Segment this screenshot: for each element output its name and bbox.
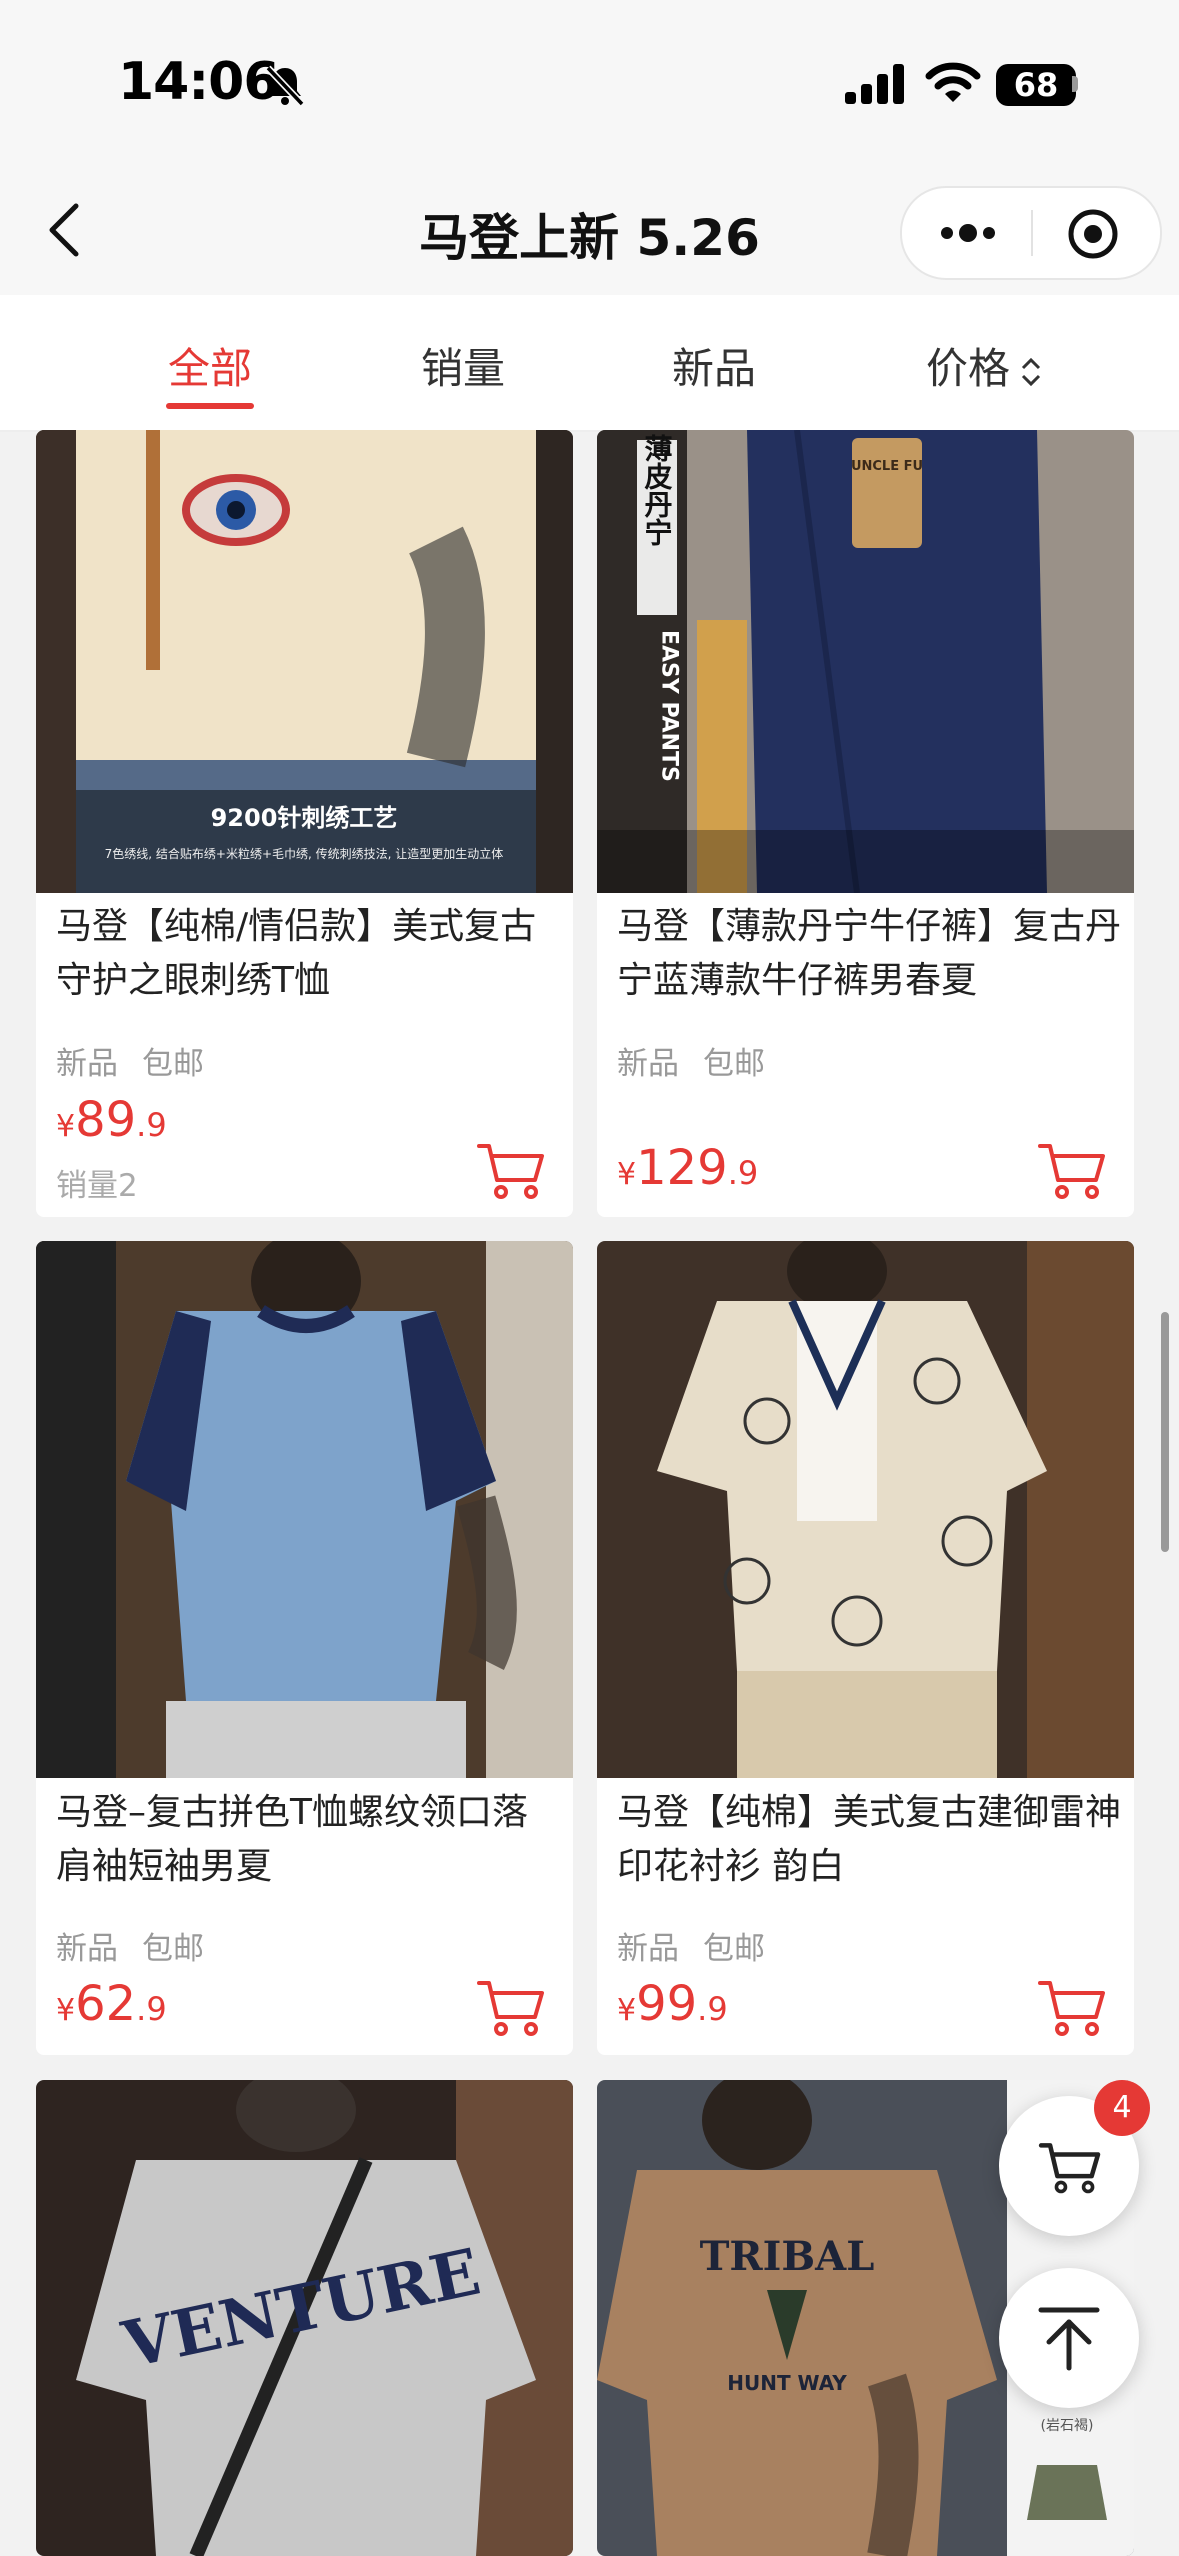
product-card[interactable]: VENTURE	[36, 2080, 573, 2556]
add-to-cart-icon[interactable]	[1036, 1140, 1108, 1202]
arrow-up-to-top-icon	[1038, 2307, 1100, 2371]
tab-active-indicator	[166, 403, 254, 409]
status-time: 14:06	[118, 52, 280, 112]
product-card[interactable]: UNCLE FU 薄皮丹宁 EASY PANTS 马登【薄款丹宁牛仔裤】复古丹宁…	[597, 430, 1134, 1217]
signal-icon	[845, 64, 904, 104]
tab-new[interactable]: 新品	[672, 335, 756, 396]
bell-muted-icon	[265, 65, 305, 107]
tab-label: 新品	[672, 344, 757, 393]
product-name[interactable]: 马登–复古拼色T恤螺纹领口落肩袖短袖男夏	[56, 1786, 561, 1894]
price-integer: 89	[75, 1092, 137, 1148]
tab-price[interactable]: 价格	[926, 335, 1044, 396]
product-tags: 新品 包邮	[56, 1038, 228, 1083]
price-currency: ¥	[617, 1157, 637, 1192]
sort-updown-icon	[1021, 357, 1041, 386]
price-decimal: .9	[136, 1990, 167, 2028]
price-currency: ¥	[56, 1993, 76, 2028]
image-side-label: (岩石褐)	[1041, 2418, 1094, 2434]
product-image[interactable]	[597, 1241, 1134, 1778]
product-tags: 新品 包邮	[617, 1923, 789, 1968]
product-price: ¥129.9	[617, 1140, 758, 1196]
tab-sales[interactable]: 销量	[421, 335, 505, 396]
wifi-icon	[925, 62, 981, 102]
capsule-divider	[1031, 210, 1033, 256]
image-caption: TRIBAL	[700, 2233, 875, 2280]
product-price: ¥62.9	[56, 1976, 167, 2032]
close-target-icon[interactable]	[1067, 208, 1119, 260]
price-integer: 62	[75, 1976, 137, 2032]
tag-new: 新品	[617, 1931, 679, 1967]
product-image[interactable]: 9200针刺绣工艺 7色绣线, 结合贴布绣+米粒绣+毛巾绣, 传统刺绣技法, 让…	[36, 430, 573, 893]
product-card[interactable]: 马登【纯棉】美式复古建御雷神印花衬衫 韵白 新品 包邮 ¥99.9	[597, 1241, 1134, 2055]
image-caption: 9200针刺绣工艺	[211, 804, 398, 832]
image-caption: 薄皮丹宁	[641, 434, 674, 546]
status-bar: 14:06 68	[0, 0, 1179, 160]
tag-new: 新品	[56, 1931, 118, 1967]
product-price: ¥99.9	[617, 1976, 728, 2032]
add-to-cart-icon[interactable]	[475, 1977, 547, 2039]
tag-free-shipping: 包邮	[703, 1046, 765, 1082]
tab-label: 销量	[421, 344, 506, 393]
product-tags: 新品 包邮	[56, 1923, 228, 1968]
price-decimal: .9	[697, 1990, 728, 2028]
image-subcaption: HUNT WAY	[727, 2371, 847, 2395]
product-image[interactable]: UNCLE FU 薄皮丹宁 EASY PANTS	[597, 430, 1134, 893]
more-dots-icon[interactable]	[937, 216, 999, 250]
sort-tabs: 全部 销量 新品 价格	[0, 295, 1179, 432]
product-name[interactable]: 马登【纯棉/情侣款】美式复古守护之眼刺绣T恤	[56, 900, 561, 1008]
battery-level: 68	[996, 64, 1076, 106]
price-currency: ¥	[617, 1993, 637, 2028]
sales-count: 销量2	[56, 1168, 138, 1204]
tab-label: 全部	[168, 344, 253, 393]
product-image[interactable]	[36, 1241, 573, 1778]
add-to-cart-icon[interactable]	[475, 1140, 547, 1202]
price-decimal: .9	[136, 1106, 167, 1144]
tab-label: 价格	[926, 344, 1011, 393]
tag-new: 新品	[56, 1046, 118, 1082]
product-card[interactable]: 马登–复古拼色T恤螺纹领口落肩袖短袖男夏 新品 包邮 ¥62.9	[36, 1241, 573, 2055]
price-integer: 129	[636, 1140, 728, 1196]
mini-program-capsule	[900, 186, 1162, 280]
nav-bar: 马登上新 5.26	[0, 160, 1179, 295]
add-to-cart-icon[interactable]	[1036, 1977, 1108, 2039]
image-subcaption: EASY PANTS	[657, 630, 682, 782]
tag-free-shipping: 包邮	[703, 1931, 765, 1967]
product-tags: 新品 包邮	[617, 1038, 789, 1083]
image-tag: UNCLE FU	[851, 459, 923, 474]
product-image[interactable]: VENTURE	[36, 2080, 573, 2556]
tab-all[interactable]: 全部	[168, 335, 252, 396]
back-to-top-button[interactable]	[999, 2268, 1139, 2408]
product-card[interactable]: 9200针刺绣工艺 7色绣线, 结合贴布绣+米粒绣+毛巾绣, 传统刺绣技法, 让…	[36, 430, 573, 1217]
tag-free-shipping: 包邮	[142, 1046, 204, 1082]
price-currency: ¥	[56, 1109, 76, 1144]
cart-icon	[1038, 2143, 1101, 2194]
product-name[interactable]: 马登【薄款丹宁牛仔裤】复古丹宁蓝薄款牛仔裤男春夏	[617, 900, 1122, 1008]
image-subcaption: 7色绣线, 结合贴布绣+米粒绣+毛巾绣, 传统刺绣技法, 让造型更加生动立体	[105, 846, 504, 861]
price-integer: 99	[636, 1976, 698, 2032]
scroll-indicator[interactable]	[1161, 1312, 1169, 1552]
product-grid: 9200针刺绣工艺 7色绣线, 结合贴布绣+米粒绣+毛巾绣, 传统刺绣技法, 让…	[0, 430, 1179, 2556]
product-price: ¥89.9	[56, 1092, 167, 1148]
price-decimal: .9	[727, 1154, 759, 1192]
cart-count-badge: 4	[1094, 2080, 1150, 2136]
product-name[interactable]: 马登【纯棉】美式复古建御雷神印花衬衫 韵白	[617, 1786, 1122, 1894]
tag-new: 新品	[617, 1046, 679, 1082]
tag-free-shipping: 包邮	[142, 1931, 204, 1967]
battery-cap	[1072, 76, 1078, 92]
